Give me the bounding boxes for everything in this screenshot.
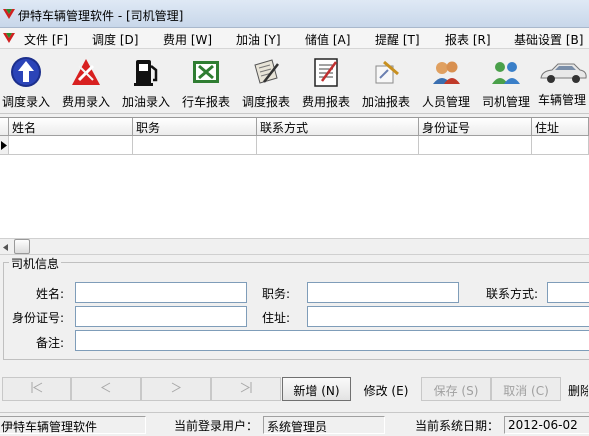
driver-management-button[interactable]: 司机管理 xyxy=(476,50,536,114)
people-icon xyxy=(433,61,460,84)
fuel-entry-label: 加油录入 xyxy=(121,95,170,109)
action-bar: 新增 (N) 修改 (E) 保存 (S) 取消 (C) 删除 xyxy=(0,376,589,404)
menu-fuel[interactable]: 加油 [Y] xyxy=(236,31,281,48)
menu-file[interactable]: 文件 [F] xyxy=(24,31,68,48)
toolbar: 调度录入 费用录入 加油录入 行车报表 调度报表 费用报表 加油报表 人员管理 … xyxy=(0,50,589,114)
name-label: 姓名: xyxy=(35,287,64,301)
status-date-label: 当前系统日期： xyxy=(414,419,499,433)
next-record-icon xyxy=(171,382,182,393)
group-title: 司机信息 xyxy=(9,255,62,272)
position-label: 职务: xyxy=(261,287,290,301)
status-user-label: 当前登录用户： xyxy=(173,419,258,433)
table-cell[interactable] xyxy=(133,136,257,155)
column-header-id-number[interactable]: 身份证号 xyxy=(419,118,532,136)
car-icon xyxy=(540,63,587,83)
next-record-button[interactable] xyxy=(141,377,211,401)
driver-management-label: 司机管理 xyxy=(481,95,530,109)
expense-entry-label: 费用录入 xyxy=(61,95,110,109)
column-header-name[interactable]: 姓名 xyxy=(9,118,133,136)
scroll-left-icon[interactable] xyxy=(3,244,8,251)
menu-report[interactable]: 报表 [R] xyxy=(445,31,491,48)
save-button[interactable]: 保存 (S) xyxy=(421,377,491,401)
row-indicator[interactable] xyxy=(0,136,9,155)
contact-field[interactable] xyxy=(547,282,589,303)
table-cell[interactable] xyxy=(419,136,532,155)
menu-bar: 文件 [F] 调度 [D] 费用 [W] 加油 [Y] 储值 [A] 提醒 [T… xyxy=(0,28,589,49)
fuel-report-label: 加油报表 xyxy=(361,95,410,109)
driver-info-group: 司机信息 姓名: 职务: 联系方式: 身份证号: 住址: 备注: xyxy=(3,255,589,360)
status-date: 2012-06-02 xyxy=(504,416,589,434)
excel-icon xyxy=(193,61,219,83)
personnel-management-label: 人员管理 xyxy=(421,95,470,109)
expense-report-button[interactable]: 费用报表 xyxy=(296,50,356,114)
grid-corner xyxy=(0,118,9,136)
tools-icon xyxy=(72,59,100,85)
delete-button[interactable]: 删除 xyxy=(561,377,589,401)
table-cell[interactable] xyxy=(9,136,133,155)
menu-expense[interactable]: 费用 [W] xyxy=(163,31,212,48)
dispatch-entry-label: 调度录入 xyxy=(1,95,50,109)
id-number-field[interactable] xyxy=(75,306,247,327)
table-cell[interactable] xyxy=(257,136,419,155)
contact-label: 联系方式: xyxy=(485,287,538,301)
dispatch-report-label: 调度报表 xyxy=(241,95,290,109)
previous-record-button[interactable] xyxy=(71,377,141,401)
id-number-label: 身份证号: xyxy=(11,311,64,325)
menu-basic-settings[interactable]: 基础设置 [B] xyxy=(514,31,583,48)
menu-stored-value[interactable]: 储值 [A] xyxy=(305,31,350,48)
drivers-icon xyxy=(492,62,520,84)
cancel-button[interactable]: 取消 (C) xyxy=(491,377,561,401)
scroll-thumb[interactable] xyxy=(14,239,30,254)
column-header-position[interactable]: 职务 xyxy=(133,118,257,136)
remark-label: 备注: xyxy=(35,336,64,350)
first-record-icon xyxy=(31,382,42,393)
last-record-icon xyxy=(240,382,252,393)
status-app-name: 伊特车辆管理软件 xyxy=(0,416,146,434)
status-bar: 伊特车辆管理软件 当前登录用户： 系统管理员 当前系统日期： 2012-06-0… xyxy=(0,412,589,436)
address-label: 住址: xyxy=(261,311,290,325)
edit-button[interactable]: 修改 (E) xyxy=(351,377,421,401)
first-record-button[interactable] xyxy=(2,377,71,401)
scroll-pen-icon xyxy=(254,59,279,84)
remark-field[interactable] xyxy=(75,330,589,351)
app-logo-icon xyxy=(3,9,15,19)
dispatch-entry-button[interactable]: 调度录入 xyxy=(0,50,56,114)
status-user: 系统管理员 xyxy=(263,416,385,434)
menu-reminder[interactable]: 提醒 [T] xyxy=(375,31,420,48)
dispatch-report-button[interactable]: 调度报表 xyxy=(236,50,296,114)
fuel-entry-button[interactable]: 加油录入 xyxy=(116,50,176,114)
fuel-pump-icon xyxy=(134,60,158,86)
title-bar: 伊特车辆管理软件 - [司机管理] xyxy=(0,0,589,28)
up-arrow-icon xyxy=(11,57,41,87)
position-field[interactable] xyxy=(307,282,459,303)
name-field[interactable] xyxy=(75,282,247,303)
personnel-management-button[interactable]: 人员管理 xyxy=(416,50,476,114)
horizontal-scrollbar[interactable] xyxy=(0,238,589,255)
vehicle-management-label: 车辆管理 xyxy=(538,93,587,107)
table-cell[interactable] xyxy=(532,136,589,155)
last-record-button[interactable] xyxy=(211,377,281,401)
sketch-icon xyxy=(375,60,399,84)
notebook-icon xyxy=(314,58,338,87)
column-header-contact[interactable]: 联系方式 xyxy=(257,118,419,136)
fuel-report-button[interactable]: 加油报表 xyxy=(356,50,416,114)
trip-report-label: 行车报表 xyxy=(181,95,230,109)
previous-record-icon xyxy=(100,382,111,393)
expense-report-label: 费用报表 xyxy=(301,95,350,109)
driver-grid[interactable]: 姓名 职务 联系方式 身份证号 住址 xyxy=(0,117,589,238)
new-button[interactable]: 新增 (N) xyxy=(282,377,351,401)
expense-entry-button[interactable]: 费用录入 xyxy=(56,50,116,114)
vehicle-management-button[interactable]: 车辆管理 xyxy=(536,50,589,114)
trip-report-button[interactable]: 行车报表 xyxy=(176,50,236,114)
mdi-logo-icon[interactable] xyxy=(2,32,16,44)
window-title: 伊特车辆管理软件 - [司机管理] xyxy=(18,9,184,23)
column-header-address[interactable]: 住址 xyxy=(532,118,589,136)
current-row-arrow-icon xyxy=(1,141,7,150)
address-field[interactable] xyxy=(307,306,589,327)
menu-dispatch[interactable]: 调度 [D] xyxy=(92,31,138,48)
